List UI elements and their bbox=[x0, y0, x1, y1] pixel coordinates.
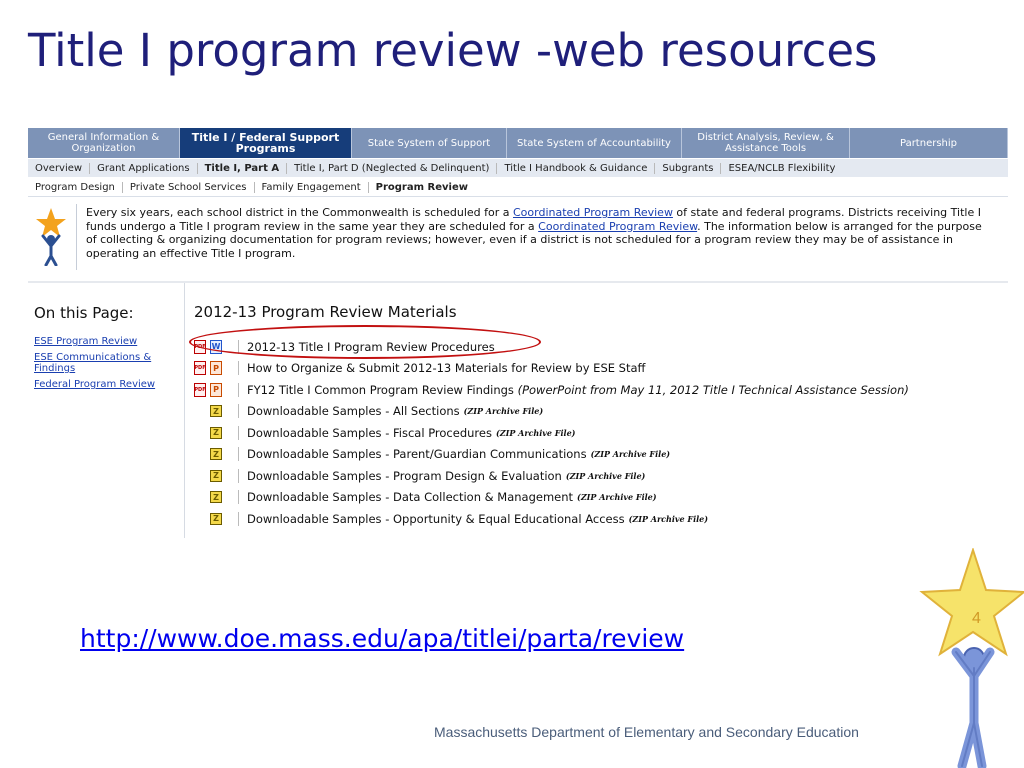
sidebar-link-ese-communications[interactable]: ESE Communications & Findings bbox=[34, 352, 174, 374]
subnav-title-i-part-a[interactable]: Title I, Part A bbox=[198, 162, 288, 174]
main-content: 2012-13 Program Review Materials PDF W 20… bbox=[189, 303, 1004, 526]
zip-icon[interactable]: Z bbox=[210, 491, 222, 504]
zip-icon[interactable]: Z bbox=[210, 405, 222, 418]
footer-text: Massachusetts Department of Elementary a… bbox=[434, 724, 859, 740]
pdf-icon[interactable]: PDF bbox=[194, 382, 206, 397]
zip-archive-label: (ZIP Archive File) bbox=[590, 449, 671, 460]
sample-parent-guardian[interactable]: Downloadable Samples - Parent/Guardian C… bbox=[247, 447, 587, 461]
sample-fiscal[interactable]: Downloadable Samples - Fiscal Procedures bbox=[247, 426, 492, 440]
subnav-program-design[interactable]: Program Design bbox=[28, 181, 123, 193]
subnav-overview[interactable]: Overview bbox=[28, 162, 91, 174]
subnav-program-review[interactable]: Program Review bbox=[369, 182, 475, 193]
list-item[interactable]: Z Downloadable Samples - Parent/Guardian… bbox=[194, 444, 1004, 466]
list-item[interactable]: PDF W 2012-13 Title I Program Review Proc… bbox=[189, 325, 1004, 359]
review-url-link[interactable]: http://www.doe.mass.edu/apa/titlei/parta… bbox=[80, 624, 684, 653]
star-mascot-icon bbox=[919, 548, 1024, 768]
zip-archive-label: (ZIP Archive File) bbox=[463, 406, 544, 417]
nav-tab-state-system-accountability[interactable]: State System of Accountability bbox=[507, 128, 682, 158]
highlight-circle bbox=[189, 325, 541, 359]
list-item[interactable]: Z Downloadable Samples - Data Collection… bbox=[194, 487, 1004, 509]
list-item[interactable]: PDF P FY12 Title I Common Program Review … bbox=[194, 379, 1004, 401]
list-item[interactable]: Z Downloadable Samples - Opportunity & E… bbox=[194, 508, 1004, 530]
subnav-flexibility[interactable]: ESEA/NCLB Flexibility bbox=[721, 163, 842, 174]
zip-archive-label: (ZIP Archive File) bbox=[565, 470, 646, 481]
secondary-nav: Overview Grant Applications Title I, Par… bbox=[28, 159, 1008, 177]
item-common-findings[interactable]: FY12 Title I Common Program Review Findi… bbox=[247, 383, 514, 397]
sample-data-collection[interactable]: Downloadable Samples - Data Collection &… bbox=[247, 490, 573, 504]
intro-divider bbox=[76, 204, 77, 270]
nav-tab-partnership[interactable]: Partnership bbox=[850, 128, 1008, 158]
materials-heading: 2012-13 Program Review Materials bbox=[194, 303, 457, 321]
sidebar: On this Page: ESE Program Review ESE Com… bbox=[28, 283, 185, 538]
slide-title: Title I program review -web resources bbox=[28, 24, 878, 77]
sidebar-link-ese-program-review[interactable]: ESE Program Review bbox=[34, 336, 174, 347]
sidebar-link-federal-program-review[interactable]: Federal Program Review bbox=[34, 379, 174, 390]
powerpoint-icon[interactable]: P bbox=[210, 382, 222, 397]
item-organize-submit[interactable]: How to Organize & Submit 2012-13 Materia… bbox=[247, 361, 645, 375]
tertiary-nav: Program Design Private School Services F… bbox=[28, 178, 1008, 197]
zip-icon[interactable]: Z bbox=[210, 512, 222, 525]
nav-tab-district-analysis[interactable]: District Analysis, Review, & Assistance … bbox=[682, 128, 850, 158]
list-item[interactable]: Z Downloadable Samples - Fiscal Procedur… bbox=[194, 422, 1004, 444]
zip-icon[interactable]: Z bbox=[210, 469, 222, 482]
subnav-subgrants[interactable]: Subgrants bbox=[655, 162, 722, 174]
subnav-private-school[interactable]: Private School Services bbox=[123, 181, 255, 193]
subnav-family-engagement[interactable]: Family Engagement bbox=[255, 181, 369, 193]
list-item[interactable]: Z Downloadable Samples - Program Design … bbox=[194, 465, 1004, 487]
star-person-icon bbox=[36, 208, 66, 266]
nav-tab-state-system-support[interactable]: State System of Support bbox=[352, 128, 507, 158]
zip-archive-label: (ZIP Archive File) bbox=[628, 513, 709, 524]
primary-nav: General Information & Organization Title… bbox=[28, 128, 1008, 158]
sample-opportunity-access[interactable]: Downloadable Samples - Opportunity & Equ… bbox=[247, 512, 625, 526]
list-item[interactable]: Z Downloadable Samples - All Sections (ZI… bbox=[194, 401, 1004, 423]
intro-section: Every six years, each school district in… bbox=[28, 198, 1008, 274]
zip-icon[interactable]: Z bbox=[210, 448, 222, 461]
page-number: 4 bbox=[972, 610, 981, 627]
webpage-screenshot: General Information & Organization Title… bbox=[28, 128, 1008, 538]
powerpoint-icon[interactable]: P bbox=[210, 361, 222, 376]
subnav-grant-applications[interactable]: Grant Applications bbox=[90, 162, 198, 174]
zip-icon[interactable]: Z bbox=[210, 426, 222, 439]
nav-tab-title-i-federal[interactable]: Title I / Federal Support Programs bbox=[180, 128, 352, 158]
coordinated-program-review-link[interactable]: Coordinated Program Review bbox=[513, 206, 673, 219]
item-common-findings-note: (PowerPoint from May 11, 2012 Title I Te… bbox=[517, 382, 909, 397]
sample-program-design[interactable]: Downloadable Samples - Program Design & … bbox=[247, 469, 562, 483]
sample-all-sections[interactable]: Downloadable Samples - All Sections bbox=[247, 404, 460, 418]
coordinated-program-review-link-2[interactable]: Coordinated Program Review bbox=[538, 220, 697, 233]
nav-tab-general-information[interactable]: General Information & Organization bbox=[28, 128, 180, 158]
pdf-icon[interactable]: PDF bbox=[194, 361, 206, 376]
intro-text: Every six years, each school district in… bbox=[86, 206, 982, 260]
subnav-handbook[interactable]: Title I Handbook & Guidance bbox=[497, 162, 656, 174]
list-item[interactable]: PDF P How to Organize & Submit 2012-13 Ma… bbox=[194, 358, 1004, 380]
zip-archive-label: (ZIP Archive File) bbox=[495, 427, 576, 438]
zip-archive-label: (ZIP Archive File) bbox=[577, 492, 657, 503]
subnav-title-i-part-d[interactable]: Title I, Part D (Neglected & Delinquent) bbox=[287, 162, 498, 174]
sidebar-heading: On this Page: bbox=[34, 304, 134, 322]
